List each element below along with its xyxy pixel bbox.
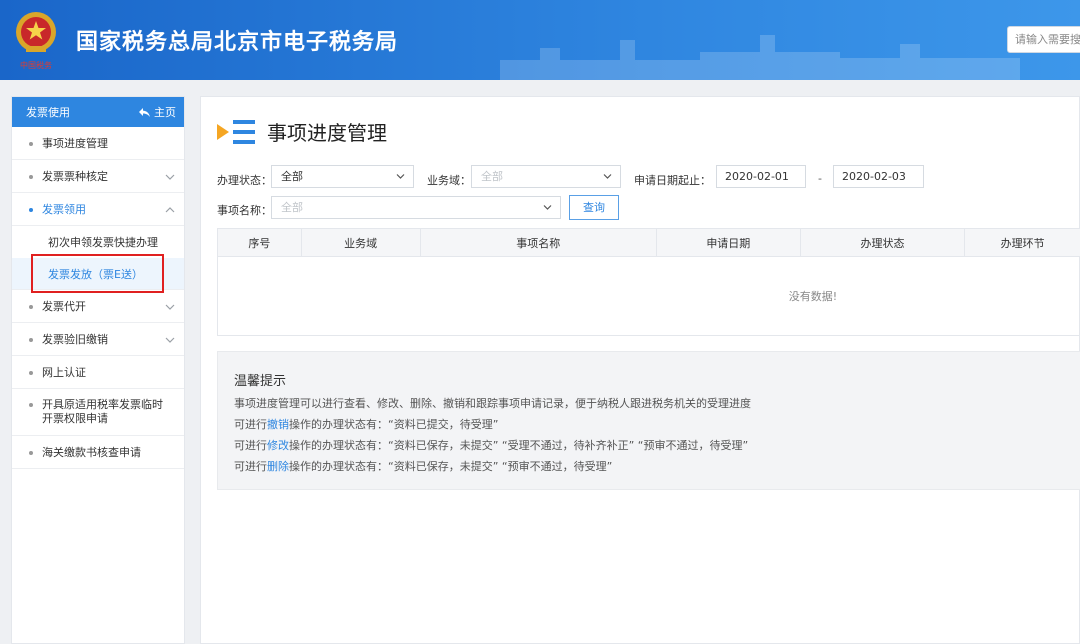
chevron-down-icon (165, 174, 175, 180)
sidebar-header: 发票使用 主页 (12, 97, 184, 127)
sidebar-item-label: 事项进度管理 (42, 137, 108, 150)
tip-line: 可进行修改操作的办理状态有：“资料已保存，未提交” “受理不通过，待补齐补正” … (234, 437, 748, 453)
status-select[interactable]: 全部 (271, 165, 414, 188)
column-header: 办理状态 (801, 229, 966, 256)
tips-panel: 温馨提示 事项进度管理可以进行查看、修改、删除、撤销和跟踪事项申请记录，便于纳税… (217, 351, 1080, 490)
bullet-icon (29, 371, 33, 375)
bullet-icon (29, 305, 33, 309)
sidebar-item-online-certify[interactable]: 网上认证 (12, 356, 184, 389)
item-name-select[interactable]: 全部 (271, 196, 561, 219)
highlight-box (31, 254, 164, 293)
home-label: 主页 (154, 106, 176, 119)
item-name-label: 事项名称： (217, 204, 272, 217)
sidebar-item-label: 发票代开 (42, 300, 86, 313)
chevron-down-icon (396, 174, 405, 179)
item-name-select-value: 全部 (281, 201, 303, 214)
tip-text: 操作的办理状态有：“资料已保存，未提交” “预审不通过，待受理” (289, 460, 613, 473)
date-separator: - (818, 172, 822, 185)
revoke-link[interactable]: 撤销 (267, 418, 289, 431)
sidebar-item-customs-check[interactable]: 海关缴款书核查申请 (12, 436, 184, 469)
empty-table-message: 没有数据! (788, 290, 838, 303)
sidebar-item-invoice-type[interactable]: 发票票种核定 (12, 160, 184, 193)
chevron-up-icon (165, 207, 175, 213)
page-title: 事项进度管理 (267, 121, 387, 145)
status-select-value: 全部 (281, 170, 303, 183)
tip-line: 可进行撤销操作的办理状态有：“资料已提交，待受理” (234, 416, 498, 432)
top-header: 中国税务 国家税务总局北京市电子税务局 请输入需要搜索 (0, 0, 1080, 80)
sidebar-item-invoice-cancel[interactable]: 发票验旧缴销 (12, 323, 184, 356)
tax-emblem-icon: 中国税务 (12, 8, 60, 72)
date-to-input[interactable]: 2020-02-03 (833, 165, 924, 188)
sidebar-title: 发票使用 (26, 106, 70, 119)
page-header: 事项进度管理 (217, 117, 387, 146)
bullet-icon (29, 142, 33, 146)
bullet-icon (29, 208, 33, 212)
chevron-down-icon (543, 205, 552, 210)
sidebar-item-label: 发票验旧缴销 (42, 333, 108, 346)
table-header: 序号 业务域 事项名称 申请日期 办理状态 办理环节 (218, 229, 1080, 257)
tip-text: 可进行 (234, 439, 267, 452)
date-range-label: 申请日期起止： (634, 174, 711, 187)
tip-text: 可进行 (234, 418, 267, 431)
progress-table: 序号 业务域 事项名称 申请日期 办理状态 办理环节 没有数据! (217, 228, 1080, 336)
tip-line: 事项进度管理可以进行查看、修改、删除、撤销和跟踪事项申请记录，便于纳税人跟进税务… (234, 397, 751, 410)
column-header: 事项名称 (421, 229, 657, 256)
sidebar-item-progress[interactable]: 事项进度管理 (12, 127, 184, 160)
date-from-input[interactable]: 2020-02-01 (716, 165, 806, 188)
sidebar-item-label: 发票票种核定 (42, 170, 108, 183)
sidebar-item-label: 发票领用 (42, 203, 86, 216)
bullet-icon (29, 451, 33, 455)
column-header: 序号 (218, 229, 302, 256)
sidebar: 发票使用 主页 事项进度管理 发票票种核定 发票领用 初次申领发票快捷办理 发票… (11, 96, 185, 644)
bullet-icon (29, 175, 33, 179)
skyline-decoration (500, 35, 1020, 80)
svg-text:中国税务: 中国税务 (20, 60, 52, 70)
bullet-icon (29, 403, 33, 407)
sidebar-item-label: 网上认证 (42, 366, 86, 379)
column-header: 办理环节 (1000, 236, 1045, 250)
sidebar-subitem-label: 初次申领发票快捷办理 (48, 236, 158, 249)
status-label: 办理状态： (217, 174, 272, 187)
progress-list-icon (217, 119, 255, 144)
sidebar-item-invoice-proxy[interactable]: 发票代开 (12, 290, 184, 323)
modify-link[interactable]: 修改 (267, 439, 289, 452)
column-header: 申请日期 (657, 229, 801, 256)
sidebar-item-invoice-claim[interactable]: 发票领用 (12, 193, 184, 226)
delete-link[interactable]: 删除 (267, 460, 289, 473)
query-button[interactable]: 查询 (569, 195, 619, 220)
tips-title: 温馨提示 (234, 374, 287, 389)
home-link[interactable]: 主页 (139, 104, 176, 120)
chevron-down-icon (165, 337, 175, 343)
tip-text: 操作的办理状态有：“资料已保存，未提交” “受理不通过，待补齐补正” “预审不通… (289, 439, 749, 452)
sidebar-item-label: 开具原适用税率发票临时开票权限申请 (42, 398, 163, 425)
domain-select-value: 全部 (481, 170, 503, 183)
bullet-icon (29, 338, 33, 342)
domain-label: 业务域： (427, 174, 471, 187)
chevron-down-icon (603, 174, 612, 179)
tip-line: 可进行删除操作的办理状态有：“资料已保存，未提交” “预审不通过，待受理” (234, 458, 612, 474)
sidebar-item-label: 海关缴款书核查申请 (42, 446, 141, 459)
header-search-input[interactable]: 请输入需要搜索 (1007, 26, 1080, 53)
column-header: 业务域 (302, 229, 421, 256)
sidebar-item-temp-permission[interactable]: 开具原适用税率发票临时开票权限申请 (12, 389, 184, 436)
tip-text: 操作的办理状态有：“资料已提交，待受理” (289, 418, 499, 431)
site-title: 国家税务总局北京市电子税务局 (76, 30, 399, 55)
back-arrow-icon (139, 107, 150, 117)
domain-select[interactable]: 全部 (471, 165, 621, 188)
main-panel: 事项进度管理 办理状态： 全部 业务域： 全部 申请日期起止： 2020-02-… (200, 96, 1080, 644)
tip-text: 可进行 (234, 460, 267, 473)
chevron-down-icon (165, 304, 175, 310)
